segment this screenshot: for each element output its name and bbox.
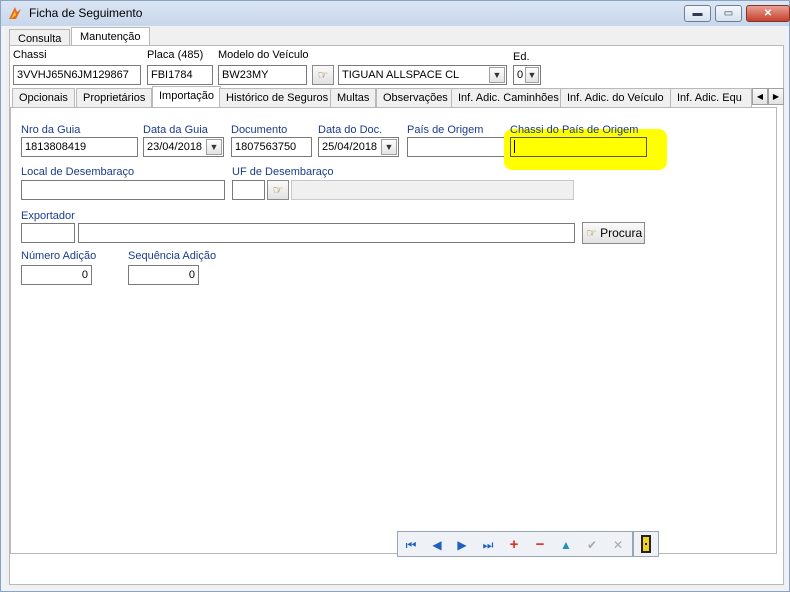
app-logo-icon (9, 7, 21, 19)
pais-origem-label: País de Origem (407, 124, 484, 136)
procura-button[interactable]: ☞ Procura (582, 222, 645, 244)
plus-icon: + (509, 536, 519, 553)
minus-icon: − (535, 536, 545, 553)
numero-adicao-field[interactable]: 0 (21, 265, 92, 285)
tab-inf-adic-equ[interactable]: Inf. Adic. Equ (670, 88, 752, 107)
modelo-field[interactable]: BW23MY (218, 65, 307, 85)
chassi-label: Chassi (13, 49, 47, 61)
pointing-hand-icon: ☞ (586, 226, 597, 240)
chassi-pais-label: Chassi do País de Origem (510, 124, 639, 136)
minimize-icon: ▬ (692, 8, 703, 19)
next-record-button[interactable]: ▶ (451, 534, 473, 554)
exportador-name-field[interactable] (78, 223, 575, 243)
maximize-button[interactable]: ▭ (715, 5, 742, 22)
insert-record-button[interactable]: + (503, 534, 525, 554)
tab-inf-adic-caminhoes[interactable]: Inf. Adic. Caminhões (451, 88, 566, 107)
local-desembaraco-label: Local de Desembaraço (21, 166, 135, 178)
prior-icon: ◀ (432, 538, 442, 552)
placa-field[interactable]: FBI1784 (147, 65, 213, 85)
modelo-lookup-button[interactable]: ☞ (312, 65, 334, 85)
modelo-desc-combo[interactable]: TIGUAN ALLSPACE CL ▼ (338, 65, 507, 85)
first-icon: ⏮ (405, 538, 417, 552)
data-guia-label: Data da Guia (143, 124, 208, 136)
prior-record-button[interactable]: ◀ (426, 534, 448, 554)
edit-up-icon: ▲ (560, 538, 572, 552)
exit-door-icon (641, 535, 651, 553)
uf-desembaraco-label: UF de Desembaraço (232, 166, 334, 178)
minimize-button[interactable]: ▬ (684, 5, 711, 22)
tab-scroll-right[interactable]: ▶ (768, 88, 784, 105)
tab-scroll-left[interactable]: ◀ (752, 88, 768, 105)
data-doc-picker[interactable]: 25/04/2018 ▼ (318, 137, 399, 157)
placa-label: Placa (485) (147, 49, 204, 61)
pais-origem-field[interactable] (407, 137, 506, 157)
chevron-left-icon: ◀ (756, 92, 764, 101)
sequencia-adicao-label: Sequência Adição (128, 250, 217, 262)
documento-field[interactable]: 1807563750 (231, 137, 312, 157)
modelo-desc-value: TIGUAN ALLSPACE CL (342, 69, 460, 81)
uf-desc-field (291, 180, 574, 200)
data-guia-value: 23/04/2018 (147, 141, 203, 153)
manutencao-panel: Chassi 3VVHJ65N6JM129867 Placa (485) FBI… (9, 45, 784, 585)
chevron-down-icon[interactable]: ▼ (381, 139, 397, 155)
nro-guia-label: Nro da Guia (21, 124, 81, 136)
chevron-down-icon[interactable]: ▼ (525, 67, 539, 83)
exportador-code-field[interactable] (21, 223, 75, 243)
documento-label: Documento (231, 124, 288, 136)
data-doc-value: 25/04/2018 (322, 141, 378, 153)
client-area: Consulta Manutenção Chassi 3VVHJ65N6JM12… (5, 27, 786, 589)
title-bar: Ficha de Seguimento ▬ ▭ ✕ (1, 1, 790, 26)
cancel-record-button[interactable]: ✕ (607, 534, 629, 554)
data-guia-picker[interactable]: 23/04/2018 ▼ (143, 137, 224, 157)
first-record-button[interactable]: ⏮ (400, 534, 422, 554)
cancel-icon: ✕ (612, 538, 624, 552)
ed-label: Ed. (513, 51, 530, 63)
maximize-icon: ▭ (723, 8, 734, 19)
next-icon: ▶ (457, 538, 467, 552)
uf-desembaraco-field[interactable] (232, 180, 265, 200)
numero-adicao-label: Número Adição (21, 250, 97, 262)
tab-observacoes[interactable]: Observações (376, 88, 455, 107)
window-title: Ficha de Seguimento (29, 6, 143, 20)
chassi-field[interactable]: 3VVHJ65N6JM129867 (13, 65, 141, 85)
procura-label: Procura (600, 226, 643, 240)
ed-value: 0 (517, 69, 524, 81)
edit-record-button[interactable]: ▲ (555, 534, 577, 554)
uf-lookup-button[interactable]: ☞ (267, 180, 289, 200)
last-icon: ⏭ (482, 538, 494, 552)
ed-combo[interactable]: 0 ▼ (513, 65, 541, 85)
close-icon: ✕ (763, 8, 773, 19)
pointing-hand-icon: ☞ (317, 68, 329, 82)
tab-opcionais[interactable]: Opcionais (12, 88, 75, 107)
chassi-pais-field[interactable] (510, 137, 647, 157)
tab-proprietarios[interactable]: Proprietários (76, 88, 153, 107)
close-button[interactable]: ✕ (746, 5, 790, 22)
app-window: Ficha de Seguimento ▬ ▭ ✕ Consulta Manut… (0, 0, 790, 592)
chevron-down-icon[interactable]: ▼ (489, 67, 505, 83)
tab-multas[interactable]: Multas (330, 88, 377, 107)
pointing-hand-icon: ☞ (272, 183, 284, 197)
exit-button[interactable] (633, 531, 659, 557)
chevron-down-icon[interactable]: ▼ (206, 139, 222, 155)
nro-guia-field[interactable]: 1813808419 (21, 137, 138, 157)
chevron-right-icon: ▶ (772, 92, 780, 101)
check-icon: ✔ (586, 538, 598, 552)
last-record-button[interactable]: ⏭ (477, 534, 499, 554)
sequencia-adicao-field[interactable]: 0 (128, 265, 199, 285)
text-cursor (514, 140, 515, 153)
tab-historico-seguros[interactable]: Histórico de Seguros (219, 88, 336, 107)
post-record-button[interactable]: ✔ (581, 534, 603, 554)
local-desembaraco-field[interactable] (21, 180, 225, 200)
delete-record-button[interactable]: − (529, 534, 551, 554)
tab-inf-adic-veiculo[interactable]: Inf. Adic. do Veículo (560, 88, 671, 107)
exportador-label: Exportador (21, 210, 75, 222)
data-doc-label: Data do Doc. (318, 124, 383, 136)
modelo-label: Modelo do Veículo (218, 49, 309, 61)
record-navigator: ⏮ ◀ ▶ ⏭ + − ▲ ✔ ✕ (397, 531, 633, 557)
importacao-panel: Nro da Guia 1813808419 Data da Guia 23/0… (10, 107, 777, 554)
tab-importacao[interactable]: Importação (152, 86, 222, 108)
